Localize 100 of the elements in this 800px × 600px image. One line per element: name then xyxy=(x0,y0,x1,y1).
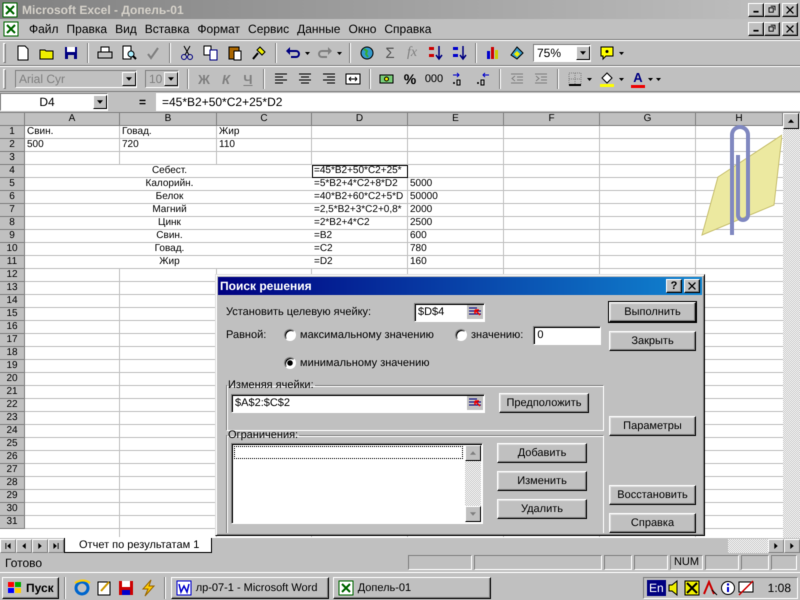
scroll-up-button[interactable] xyxy=(465,445,481,461)
row-header[interactable]: 13 xyxy=(0,282,25,295)
map-icon[interactable] xyxy=(509,45,525,61)
taskbar-button[interactable]: Допель-01 xyxy=(332,576,491,598)
dialog-button[interactable]: Справка xyxy=(609,513,696,533)
clipboard-icon[interactable] xyxy=(227,45,243,61)
row-header[interactable]: 18 xyxy=(0,347,25,360)
taskbar-button[interactable]: лр-07-1 - Microsoft Word xyxy=(170,576,329,598)
row-header[interactable]: 20 xyxy=(0,373,25,386)
caret-icon[interactable] xyxy=(337,52,342,54)
borders-icon[interactable] xyxy=(567,71,583,87)
browser-icon[interactable] xyxy=(72,578,91,596)
column-header[interactable]: E xyxy=(408,113,504,126)
row-header[interactable]: 30 xyxy=(0,503,25,516)
paintbrush-icon[interactable] xyxy=(251,45,267,61)
sheet-tab[interactable]: Отчет по результатам 1 xyxy=(64,538,212,553)
row-header[interactable]: 15 xyxy=(0,308,25,321)
caret-icon[interactable] xyxy=(587,78,592,80)
column-header[interactable]: H xyxy=(696,113,783,126)
next-sheet-button[interactable] xyxy=(32,538,48,552)
menu-item[interactable]: Формат xyxy=(193,22,244,36)
row-header[interactable]: 26 xyxy=(0,451,25,464)
monitor-icon[interactable] xyxy=(738,580,754,596)
guess-button[interactable]: Предположить xyxy=(499,393,589,413)
dialog-button[interactable]: Восстановить xyxy=(609,485,696,505)
row-header[interactable]: 27 xyxy=(0,464,25,477)
close-icon[interactable] xyxy=(782,22,798,36)
column-header[interactable]: C xyxy=(217,113,312,126)
radio-button[interactable] xyxy=(284,357,296,369)
decrease-decimal-icon[interactable] xyxy=(475,71,491,87)
close-icon[interactable] xyxy=(782,2,798,16)
scissors-icon[interactable] xyxy=(179,45,195,61)
undo-arrow-icon[interactable] xyxy=(285,45,301,61)
column-header[interactable]: D xyxy=(312,113,408,126)
caret-icon[interactable] xyxy=(619,52,624,54)
dialog-button[interactable]: Закрыть xyxy=(609,331,696,351)
help-icon[interactable] xyxy=(599,45,615,61)
caret-icon[interactable] xyxy=(305,52,310,54)
previous-sheet-button[interactable] xyxy=(16,538,32,552)
column-header[interactable]: B xyxy=(120,113,217,126)
row-header[interactable]: 6 xyxy=(0,191,25,204)
menu-item[interactable]: Правка xyxy=(62,22,112,36)
row-header[interactable]: 29 xyxy=(0,490,25,503)
print-preview-icon[interactable] xyxy=(121,45,137,61)
radio-button[interactable] xyxy=(455,329,467,341)
row-header[interactable]: 25 xyxy=(0,438,25,451)
row-header[interactable]: 24 xyxy=(0,425,25,438)
row-header[interactable]: 7 xyxy=(0,204,25,217)
menu-item[interactable]: Справка xyxy=(380,22,436,36)
row-header[interactable]: 8 xyxy=(0,217,25,230)
column-header[interactable]: G xyxy=(600,113,696,126)
menu-item[interactable]: Сервис xyxy=(244,22,294,36)
column-header[interactable]: F xyxy=(504,113,600,126)
row-header[interactable]: 10 xyxy=(0,243,25,256)
row-header[interactable]: 23 xyxy=(0,412,25,425)
row-header[interactable]: 5 xyxy=(0,178,25,191)
constraint-button[interactable]: Удалить xyxy=(497,499,587,519)
language-indicator[interactable]: En xyxy=(646,580,666,596)
minimize-icon[interactable] xyxy=(748,2,764,16)
row-header[interactable]: 9 xyxy=(0,230,25,243)
constraint-button[interactable]: Добавить xyxy=(497,443,587,463)
paint-bucket-icon[interactable] xyxy=(599,71,615,87)
save-icon[interactable] xyxy=(63,45,79,61)
scroll-right-button[interactable] xyxy=(768,538,784,552)
menu-item[interactable]: Вставка xyxy=(140,22,194,36)
menu-item[interactable]: Вид xyxy=(111,22,141,36)
help-button[interactable]: ? xyxy=(666,279,682,293)
dialog-button[interactable]: Выполнить xyxy=(609,302,696,322)
checkmark-icon[interactable] xyxy=(145,45,161,61)
formula-field[interactable]: =45*B2+50*C2+25*D2 xyxy=(156,93,800,111)
globe-icon[interactable] xyxy=(359,45,375,61)
radio-label[interactable]: минимальному значению xyxy=(300,357,430,369)
radio-button[interactable] xyxy=(284,329,296,341)
row-header[interactable]: 16 xyxy=(0,321,25,334)
sort-descending-icon[interactable] xyxy=(451,45,467,61)
row-header[interactable]: 3 xyxy=(0,152,25,165)
caret-icon[interactable] xyxy=(619,78,624,80)
row-header[interactable]: 28 xyxy=(0,477,25,490)
copy-icon[interactable] xyxy=(203,45,219,61)
constraint-button[interactable]: Изменить xyxy=(497,471,587,491)
row-header[interactable]: 1 xyxy=(0,126,25,139)
column-header[interactable]: A xyxy=(25,113,120,126)
radio-label[interactable]: значению: xyxy=(471,329,524,341)
constraints-list[interactable] xyxy=(231,443,483,524)
minimize-icon[interactable] xyxy=(748,22,764,36)
bar-chart-icon[interactable] xyxy=(485,45,501,61)
row-header[interactable]: 2 xyxy=(0,139,25,152)
sort-ascending-icon[interactable] xyxy=(427,45,443,61)
row-header[interactable]: 11 xyxy=(0,256,25,269)
print-icon[interactable] xyxy=(97,45,113,61)
close-icon[interactable] xyxy=(684,279,700,293)
spreadsheet-icon[interactable] xyxy=(3,21,19,37)
first-sheet-button[interactable] xyxy=(0,538,16,552)
info-icon[interactable] xyxy=(720,580,736,596)
row-header[interactable]: 4 xyxy=(0,165,25,178)
radio-label[interactable]: максимальному значению xyxy=(300,329,455,341)
row-header[interactable]: 21 xyxy=(0,386,25,399)
row-header[interactable]: 19 xyxy=(0,360,25,373)
restore-icon[interactable] xyxy=(764,2,780,16)
scroll-up-button[interactable] xyxy=(783,113,799,129)
